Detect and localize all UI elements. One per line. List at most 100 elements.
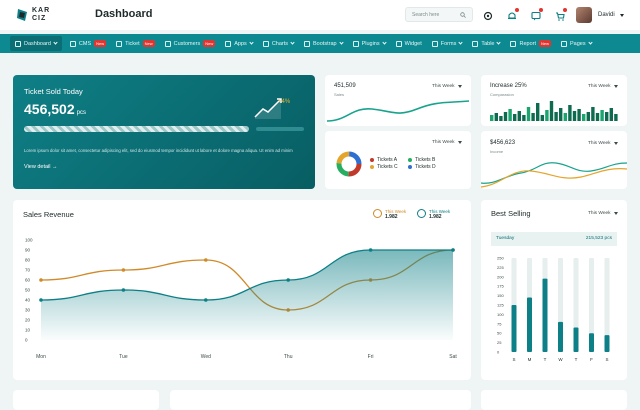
chevron-down-icon xyxy=(588,40,593,45)
bar xyxy=(604,335,610,352)
nav-item-table[interactable]: Table xyxy=(467,34,505,53)
nav-item-label: CMS xyxy=(78,40,92,47)
nav-item-bootstrap[interactable]: Bootstrap xyxy=(299,34,348,53)
new-badge: New xyxy=(203,40,216,47)
income-value: $456,623 xyxy=(490,140,516,146)
ticket-progress-bar xyxy=(24,126,249,132)
nav-item-cms[interactable]: CMS New xyxy=(65,34,111,53)
y-tick-label: 250 xyxy=(497,256,504,261)
nav-item-apps[interactable]: Apps xyxy=(220,34,258,53)
data-point xyxy=(39,298,43,302)
y-tick-label: 30 xyxy=(25,308,31,313)
nav-item-plugins[interactable]: Plugins xyxy=(348,34,391,53)
income-period-select[interactable]: This Week xyxy=(588,141,618,146)
nav-cms-icon xyxy=(69,40,76,47)
search-input[interactable]: Search here xyxy=(405,7,473,22)
chevron-down-icon xyxy=(290,40,295,45)
logo-text-bottom: CIZ xyxy=(32,15,47,22)
x-tick-label: T xyxy=(575,357,578,362)
best-selling-highlight: Tuesday 215,523 pcs xyxy=(491,232,617,246)
legend-tickets-a: Tickets A xyxy=(370,157,397,163)
bottom-card-right xyxy=(481,390,627,410)
data-point xyxy=(121,268,126,272)
y-tick-label: 125 xyxy=(497,303,504,308)
sales-revenue-card: Sales Revenue This Week 1.982 This Week 1.… xyxy=(13,200,471,380)
logo[interactable]: KAR CIZ xyxy=(16,6,56,26)
nav-item-charts[interactable]: Charts xyxy=(258,34,299,53)
increase-mini-bar xyxy=(549,101,554,121)
page-title: Dashboard xyxy=(95,8,153,20)
nav-item-ticket[interactable]: Ticket New xyxy=(111,34,159,53)
nav-item-label: Dashboard xyxy=(24,40,51,47)
increase-mini-bar xyxy=(591,107,595,121)
nav-item-pages[interactable]: Pages xyxy=(556,34,597,53)
y-tick-label: 75 xyxy=(497,321,502,326)
chevron-down-icon xyxy=(458,40,463,45)
best-selling-chart: 0 25 50 75 100 125 150 175 200 225 250 S M T W T F S xyxy=(497,256,610,362)
notification-bell-icon[interactable] xyxy=(506,8,519,21)
data-point xyxy=(451,248,455,252)
nav-item-report[interactable]: Report New xyxy=(505,34,556,53)
data-point xyxy=(39,278,43,282)
increase-mini-bar xyxy=(568,105,572,121)
user-menu[interactable]: Davidi xyxy=(576,6,632,24)
cart-icon[interactable] xyxy=(554,8,567,21)
nav-item-label: Widget xyxy=(404,40,422,47)
sales-period-select[interactable]: This Week xyxy=(432,84,462,89)
logo-mark-icon xyxy=(17,9,27,21)
nav-report-icon xyxy=(510,40,517,47)
nav-item-label: Bootstrap xyxy=(313,40,337,47)
best-day-value: 215,523 pcs xyxy=(585,236,612,241)
new-badge: New xyxy=(94,40,107,47)
increase-mini-bar xyxy=(508,109,512,121)
search-placeholder: Search here xyxy=(412,12,440,18)
x-tick-label: S xyxy=(605,357,608,362)
y-tick-label: 150 xyxy=(497,293,504,298)
bar xyxy=(558,321,563,352)
chat-message-icon[interactable] xyxy=(530,8,543,21)
data-point xyxy=(368,248,373,252)
tickets-period-select[interactable]: This Week xyxy=(432,140,462,145)
nav-item-forms[interactable]: Forms xyxy=(427,34,468,53)
data-point xyxy=(204,258,208,262)
nav-charts-icon xyxy=(262,40,269,47)
nav-item-label: Ticket xyxy=(125,40,140,47)
ticket-value-unit: pcs xyxy=(76,110,86,116)
y-tick-label: 175 xyxy=(497,284,504,289)
increase-mini-bar xyxy=(540,115,544,121)
income-sparkline xyxy=(481,162,627,188)
notification-dot xyxy=(515,8,519,12)
chevron-down-icon xyxy=(457,85,462,88)
legend-label: Tickets C xyxy=(377,164,398,170)
view-detail-link[interactable]: View detail → xyxy=(24,164,58,170)
chevron-down-icon xyxy=(613,85,618,88)
nav-item-widget[interactable]: Widget xyxy=(391,34,427,53)
nav-item-label: Charts xyxy=(271,40,289,47)
increase-mini-bar xyxy=(572,111,577,121)
tickets-period-label: This Week xyxy=(432,140,455,145)
tickets-donut-chart xyxy=(336,151,362,177)
legend-label: Tickets D xyxy=(415,164,436,170)
nav-item-label: Table xyxy=(481,40,495,47)
nav-item-label: Pages xyxy=(570,40,586,47)
increase-period-select[interactable]: This Week xyxy=(588,84,618,89)
increase-mini-bar xyxy=(536,103,540,121)
legend-label: Tickets B xyxy=(415,157,436,163)
message-dot xyxy=(539,8,543,12)
sales-card: 451,509 Sales This Week xyxy=(325,75,471,126)
y-tick-label: 70 xyxy=(25,268,31,273)
data-point xyxy=(204,298,208,302)
settings-gear-icon[interactable] xyxy=(482,9,494,21)
nav-plugins-icon xyxy=(352,40,359,47)
x-tick-label: S xyxy=(512,357,515,362)
legend-label: Tickets A xyxy=(377,157,398,163)
x-tick-label: Sat xyxy=(449,354,457,360)
nav-forms-icon xyxy=(431,40,438,47)
nav-item-dashboard[interactable]: Dashboard xyxy=(10,36,62,51)
nav-item-customers[interactable]: Customers New xyxy=(160,34,221,53)
increase-mini-bar xyxy=(499,116,503,121)
best-day-label: Tuesday xyxy=(496,236,515,241)
ticket-card-description: Lorem ipsum dolor sit amet, consectetur … xyxy=(24,148,293,153)
main-navigation: Dashboard CMS New Ticket New Customers New Apps… xyxy=(0,34,640,53)
top-header: KAR CIZ Dashboard Search here Davidi xyxy=(0,0,640,30)
